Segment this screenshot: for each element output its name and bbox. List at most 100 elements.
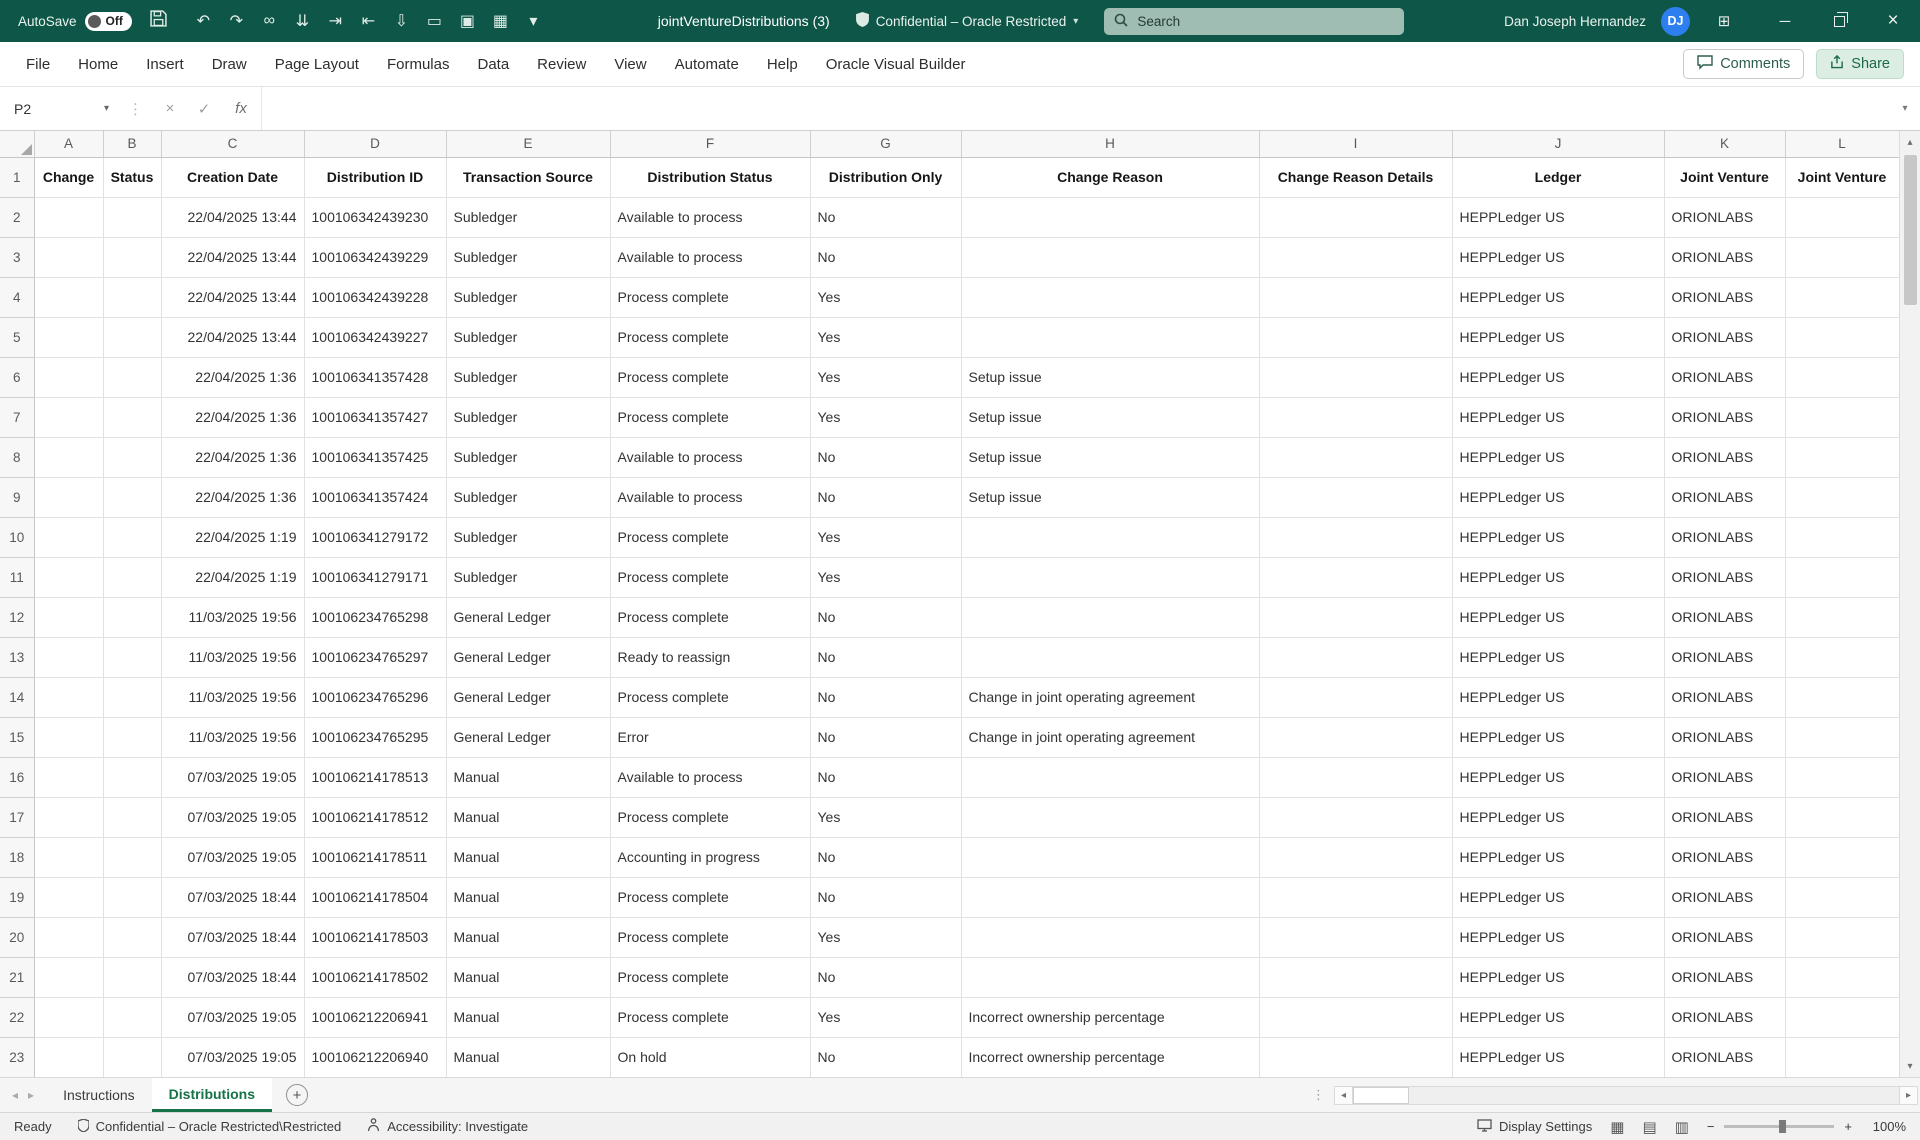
row-header-22[interactable]: 22 [0,997,34,1037]
cell-J8[interactable]: HEPPLedger US [1452,437,1664,477]
cell-B16[interactable] [103,757,161,797]
autosave-switch[interactable]: Off [85,12,132,31]
cell-B6[interactable] [103,357,161,397]
cell-F17[interactable]: Process complete [610,797,810,837]
cell-B9[interactable] [103,477,161,517]
cell-H23[interactable]: Incorrect ownership percentage [961,1037,1259,1077]
cell-I9[interactable] [1259,477,1452,517]
cell-I15[interactable] [1259,717,1452,757]
normal-view-icon[interactable]: ▦ [1610,1118,1624,1136]
cell-F8[interactable]: Available to process [610,437,810,477]
cell-E17[interactable]: Manual [446,797,610,837]
cell-G20[interactable]: Yes [810,917,961,957]
cell-E18[interactable]: Manual [446,837,610,877]
ribbon-tab-insert[interactable]: Insert [132,42,198,86]
accessibility-status[interactable]: Accessibility: Investigate [367,1118,528,1135]
column-header-D[interactable]: D [304,131,446,157]
cell-C12[interactable]: 11/03/2025 19:56 [161,597,304,637]
ribbon-tab-draw[interactable]: Draw [198,42,261,86]
cell-A15[interactable] [34,717,103,757]
cell-A23[interactable] [34,1037,103,1077]
cell-H22[interactable]: Incorrect ownership percentage [961,997,1259,1037]
cell-G6[interactable]: Yes [810,357,961,397]
ribbon-tab-page-layout[interactable]: Page Layout [261,42,373,86]
cell-H17[interactable] [961,797,1259,837]
cell-J1[interactable]: Ledger [1452,157,1664,197]
cell-B21[interactable] [103,957,161,997]
cell-I6[interactable] [1259,357,1452,397]
column-header-E[interactable]: E [446,131,610,157]
row-header-9[interactable]: 9 [0,477,34,517]
cell-E6[interactable]: Subledger [446,357,610,397]
cell-C8[interactable]: 22/04/2025 1:36 [161,437,304,477]
cell-H18[interactable] [961,837,1259,877]
cell-E5[interactable]: Subledger [446,317,610,357]
cell-I14[interactable] [1259,677,1452,717]
cell-H1[interactable]: Change Reason [961,157,1259,197]
row-header-3[interactable]: 3 [0,237,34,277]
ribbon-tab-automate[interactable]: Automate [661,42,753,86]
search-input[interactable]: Search [1104,8,1404,35]
cell-A7[interactable] [34,397,103,437]
cell-H15[interactable]: Change in joint operating agreement [961,717,1259,757]
cell-K13[interactable]: ORIONLABS [1664,637,1785,677]
cell-A20[interactable] [34,917,103,957]
cell-B4[interactable] [103,277,161,317]
cell-I5[interactable] [1259,317,1452,357]
cell-C1[interactable]: Creation Date [161,157,304,197]
column-header-J[interactable]: J [1452,131,1664,157]
cell-A10[interactable] [34,517,103,557]
cell-K21[interactable]: ORIONLABS [1664,957,1785,997]
cell-K11[interactable]: ORIONLABS [1664,557,1785,597]
apps-icon[interactable]: ⊞ [1705,12,1743,30]
cell-H13[interactable] [961,637,1259,677]
cell-C17[interactable]: 07/03/2025 19:05 [161,797,304,837]
undo-icon[interactable]: ↶ [187,11,220,31]
row-header-4[interactable]: 4 [0,277,34,317]
cell-L2[interactable] [1785,197,1899,237]
cell-L21[interactable] [1785,957,1899,997]
cell-F7[interactable]: Process complete [610,397,810,437]
cell-G18[interactable]: No [810,837,961,877]
tabstrip-resize-handle-icon[interactable]: ⋮ [1303,1087,1334,1103]
cell-G9[interactable]: No [810,477,961,517]
cell-L14[interactable] [1785,677,1899,717]
cell-L4[interactable] [1785,277,1899,317]
cell-E11[interactable]: Subledger [446,557,610,597]
cell-G4[interactable]: Yes [810,277,961,317]
row-header-12[interactable]: 12 [0,597,34,637]
cell-I7[interactable] [1259,397,1452,437]
cell-I19[interactable] [1259,877,1452,917]
add-sheet-icon[interactable]: + [286,1084,308,1106]
column-header-L[interactable]: L [1785,131,1899,157]
cell-L8[interactable] [1785,437,1899,477]
cell-A14[interactable] [34,677,103,717]
paste-down-icon[interactable]: ⇊ [286,11,319,31]
cell-C11[interactable]: 22/04/2025 1:19 [161,557,304,597]
cell-C21[interactable]: 07/03/2025 18:44 [161,957,304,997]
row-header-11[interactable]: 11 [0,557,34,597]
cell-G11[interactable]: Yes [810,557,961,597]
cell-A1[interactable]: Change [34,157,103,197]
row-header-23[interactable]: 23 [0,1037,34,1077]
page-layout-view-icon[interactable]: ▤ [1642,1118,1656,1136]
cell-C9[interactable]: 22/04/2025 1:36 [161,477,304,517]
cell-G13[interactable]: No [810,637,961,677]
cell-J10[interactable]: HEPPLedger US [1452,517,1664,557]
autosave-toggle[interactable]: AutoSave Off [18,12,132,31]
cell-C15[interactable]: 11/03/2025 19:56 [161,717,304,757]
cell-D3[interactable]: 100106342439229 [304,237,446,277]
cell-B14[interactable] [103,677,161,717]
cell-E9[interactable]: Subledger [446,477,610,517]
cell-D23[interactable]: 100106212206940 [304,1037,446,1077]
cell-B10[interactable] [103,517,161,557]
cell-B20[interactable] [103,917,161,957]
cell-G21[interactable]: No [810,957,961,997]
cell-A12[interactable] [34,597,103,637]
cell-K10[interactable]: ORIONLABS [1664,517,1785,557]
cell-K1[interactable]: Joint Venture [1664,157,1785,197]
cell-A11[interactable] [34,557,103,597]
cell-A8[interactable] [34,437,103,477]
cell-C23[interactable]: 07/03/2025 19:05 [161,1037,304,1077]
cancel-icon[interactable]: × [153,100,187,117]
